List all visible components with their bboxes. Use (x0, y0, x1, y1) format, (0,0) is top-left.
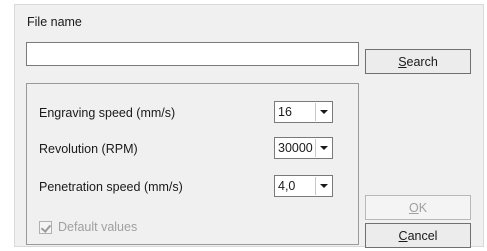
settings-group: Engraving speed (mm/s) 16 Revolution (RP… (26, 83, 359, 245)
cancel-button[interactable]: Cancel (365, 223, 471, 248)
search-button[interactable]: Search (365, 49, 471, 74)
search-mnemonic: S (398, 54, 407, 69)
default-values-checkbox-row[interactable]: Default values (39, 220, 137, 234)
revolution-select[interactable]: 30000 (274, 137, 333, 159)
chevron-down-icon[interactable] (315, 177, 331, 195)
penetration-speed-select[interactable]: 4,0 (274, 175, 333, 197)
ok-button[interactable]: OK (365, 195, 471, 220)
engraving-speed-value: 16 (278, 105, 292, 119)
penetration-speed-value: 4,0 (278, 179, 296, 193)
checkbox-icon[interactable] (39, 220, 52, 234)
file-name-input[interactable] (26, 42, 359, 66)
default-values-label: Default values (58, 220, 138, 234)
engraving-speed-select[interactable]: 16 (274, 101, 333, 123)
cancel-mnemonic: C (398, 228, 408, 243)
penetration-speed-label: Penetration speed (mm/s) (39, 180, 183, 194)
search-label-rest: earch (406, 54, 438, 69)
ok-mnemonic: O (408, 200, 419, 215)
dialog: File name Search Engraving speed (mm/s) … (14, 4, 484, 248)
cancel-label-rest: ancel (407, 228, 438, 243)
chevron-down-icon[interactable] (315, 103, 331, 121)
file-name-label: File name (27, 15, 82, 29)
engraving-speed-label: Engraving speed (mm/s) (39, 106, 176, 120)
ok-label-rest: K (418, 200, 428, 215)
revolution-value: 30000 (278, 141, 313, 155)
chevron-down-icon[interactable] (315, 139, 331, 157)
revolution-label: Revolution (RPM) (39, 142, 138, 156)
